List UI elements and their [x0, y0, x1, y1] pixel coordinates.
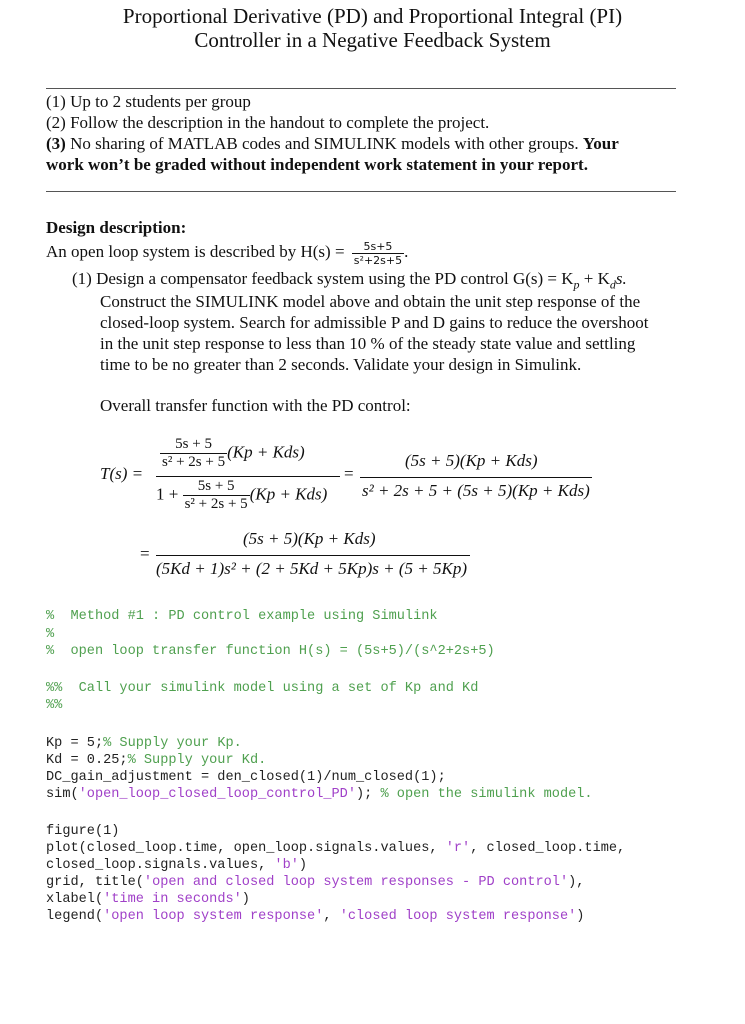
code-sim-call: sim( — [46, 787, 79, 802]
code-grid-call: grid, title( — [46, 875, 144, 890]
code-xlabel-call: xlabel( — [46, 892, 104, 907]
code-legend-line: legend('open loop system response', 'clo… — [46, 908, 584, 925]
code-kd-line: Kd = 0.25;% Supply your Kd. — [46, 752, 266, 769]
code-section-comment-2: %% — [46, 698, 63, 713]
eq-gain-b: (Kp + Kds) — [249, 484, 328, 504]
code-sim-line: sim('open_loop_closed_loop_control_PD');… — [46, 786, 593, 803]
code-xlabel-close: ) — [241, 892, 250, 907]
rule-item-3-bold-continuation: work won’t be graded without independent… — [46, 155, 588, 174]
code-plot-args: plot(closed_loop.time, open_loop.signals… — [46, 841, 446, 856]
rule-item-3-bold-start: Your — [582, 134, 619, 153]
eq-frac1-numerator: 5s + 5 s² + 2s + 5 (Kp + Kds) — [160, 436, 305, 471]
code-comment-line-1: % Method #1 : PD control example using S… — [46, 609, 438, 624]
task-1-plus: + K — [579, 269, 610, 288]
code-xlabel-string: 'time in seconds' — [103, 892, 242, 907]
eq-frac1-denominator: 1 + 5s + 5 s² + 2s + 5 (Kp + Kds) — [156, 478, 327, 513]
eq-rhs-denominator: s² + 2s + 5 + (5s + 5)(Kp + Kds) — [362, 481, 590, 500]
eq-inner-num-a: 5s + 5 — [160, 436, 228, 454]
code-legend-string-1: 'open loop system response' — [103, 909, 324, 924]
code-kp-assign: Kp = 5; — [46, 736, 104, 751]
code-legend-sep: , — [323, 909, 340, 924]
code-dc-gain-line: DC_gain_adjustment = den_closed(1)/num_c… — [46, 770, 446, 785]
eq-equals-1: = — [344, 464, 354, 483]
rule-item-3-text: No sharing of MATLAB codes and SIMULINK … — [65, 134, 583, 153]
eq-rhs-bar — [360, 477, 592, 478]
task-1-line-2: Construct the SIMULINK model above and o… — [100, 292, 641, 311]
h-denominator: s²+2s+5 — [353, 253, 403, 267]
code-plot-line-2: closed_loop.signals.values, 'b') — [46, 857, 307, 874]
code-title-string: 'open and closed loop system responses -… — [143, 875, 569, 890]
eq-frac1-inner-a: 5s + 5 s² + 2s + 5 — [160, 436, 228, 471]
open-loop-description: An open loop system is described by H(s)… — [46, 235, 408, 269]
h-period: . — [404, 242, 409, 261]
eq-final-bar — [156, 555, 470, 556]
task-1-line-3: closed-loop system. Search for admissibl… — [100, 313, 649, 332]
code-plot2-close: ) — [298, 858, 308, 873]
code-legend-close: ) — [576, 909, 585, 924]
eq-final-numerator: (5s + 5)(Kp + Kds) — [243, 529, 376, 548]
code-xlabel-line: xlabel('time in seconds') — [46, 891, 250, 908]
code-kd-assign: Kd = 0.25; — [46, 753, 128, 768]
rule-item-3: (3) No sharing of MATLAB codes and SIMUL… — [46, 133, 619, 154]
code-legend-string-2: 'closed loop system response' — [339, 909, 577, 924]
h-numerator: 5s+5 — [351, 240, 405, 254]
document-title-line-2: Controller in a Negative Feedback System — [194, 28, 551, 52]
task-1-line-5: time to be no greater than 2 seconds. Va… — [100, 355, 582, 374]
task-1-text: (1) Design a compensator feedback system… — [72, 269, 574, 288]
code-plot-blue-string: 'b' — [274, 858, 299, 873]
document-title-line-1: Proportional Derivative (PD) and Proport… — [122, 4, 623, 28]
rule-item-1: (1) Up to 2 students per group — [46, 92, 251, 111]
code-section-comment-1: %% Call your simulink model using a set … — [46, 681, 479, 696]
code-kd-comment: % Supply your Kd. — [127, 753, 267, 768]
eq-inner-den-b: s² + 2s + 5 — [184, 496, 248, 512]
h-fraction: 5s+5 s²+2s+5 — [351, 240, 405, 267]
eq-inner-den-a: s² + 2s + 5 — [162, 454, 226, 470]
code-kp-comment: % Supply your Kp. — [103, 736, 242, 751]
code-sim-model-string: 'open_loop_closed_loop_control_PD' — [78, 787, 356, 802]
divider-top — [46, 88, 676, 89]
eq-lhs: T(s) = — [100, 464, 144, 483]
eq-frac1-bar — [156, 476, 340, 477]
code-kp-line: Kp = 5;% Supply your Kp. — [46, 735, 242, 752]
code-comment-line-2: % — [46, 627, 55, 642]
overall-tf-label: Overall transfer function with the PD co… — [100, 396, 411, 415]
eq-gain-a: (Kp + Kds) — [227, 442, 305, 462]
code-grid-title-line: grid, title('open and closed loop system… — [46, 874, 584, 891]
code-sim-close: ); — [356, 787, 381, 802]
code-plot-args-cont: , closed_loop.time, — [470, 841, 626, 856]
task-1-s: s. — [615, 269, 627, 288]
code-figure-line: figure(1) — [46, 824, 120, 839]
eq-final-denominator: (5Kd + 1)s² + (2 + 5Kd + 5Kp)s + (5 + 5K… — [156, 559, 467, 578]
task-1-line-4: in the unit step response to less than 1… — [100, 334, 636, 353]
eq-one-plus: 1 + — [156, 484, 179, 504]
code-grid-close: ), — [568, 875, 585, 890]
code-plot-line-1: plot(closed_loop.time, open_loop.signals… — [46, 840, 625, 857]
code-sim-comment: % open the simulink model. — [380, 787, 593, 802]
code-plot-red-string: 'r' — [445, 841, 471, 856]
code-legend-call: legend( — [46, 909, 104, 924]
eq-frac1-inner-b: 5s + 5 s² + 2s + 5 — [182, 478, 250, 513]
code-plot2-args: closed_loop.signals.values, — [46, 858, 275, 873]
eq-rhs-numerator: (5s + 5)(Kp + Kds) — [405, 451, 538, 470]
rule-item-2: (2) Follow the description in the handou… — [46, 113, 490, 132]
open-loop-intro-text: An open loop system is described by H(s)… — [46, 242, 345, 261]
code-comment-line-3: % open loop transfer function H(s) = (5s… — [46, 644, 495, 659]
eq-inner-num-b: 5s + 5 — [182, 478, 250, 496]
rule-item-3-number: (3) — [46, 134, 66, 153]
eq-equals-2: = — [140, 544, 150, 563]
divider-bottom — [46, 191, 676, 192]
